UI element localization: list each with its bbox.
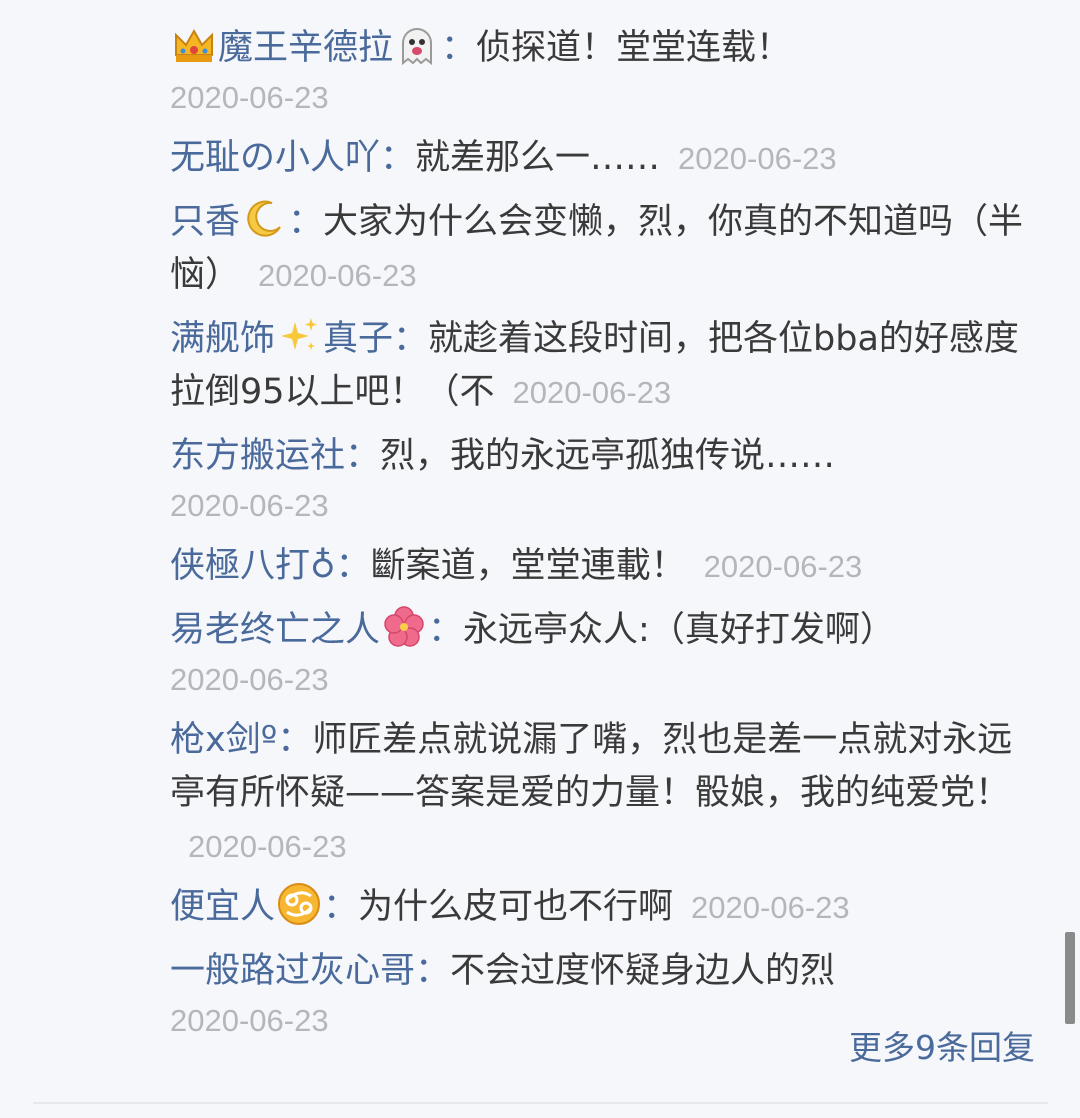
reply-date: 2020-06-23 bbox=[170, 80, 329, 115]
reply-colon: ： bbox=[428, 610, 464, 650]
crescent-moon-icon bbox=[242, 197, 286, 241]
reply-date: 2020-06-23 bbox=[512, 375, 672, 410]
reply-text: 不会过度怀疑身边人的烈 bbox=[450, 951, 836, 991]
crown-icon bbox=[172, 23, 216, 67]
reply-thread-card: 魔王辛德拉 ：侦探道！堂堂连载！ 2020-06-23 无耻の小人吖：就差那么一… bbox=[0, 0, 1080, 1118]
reply-text: 为什么皮可也不行啊 bbox=[358, 887, 674, 927]
reply-colon: ： bbox=[277, 720, 313, 760]
reply-date: 2020-06-23 bbox=[170, 662, 329, 697]
reply-colon: ： bbox=[323, 887, 359, 927]
reply-colon: ： bbox=[335, 546, 371, 586]
reply-username[interactable]: 魔王辛德拉 bbox=[218, 28, 393, 68]
reply-date: 2020-06-23 bbox=[703, 549, 863, 584]
reply-username[interactable]: 东方搬运社 bbox=[170, 436, 345, 476]
reply-list: 魔王辛德拉 ：侦探道！堂堂连载！ 2020-06-23 无耻の小人吖：就差那么一… bbox=[170, 22, 1030, 1055]
reply-text: 烈，我的永远亭孤独传说…… bbox=[380, 436, 836, 476]
reply-item: 无耻の小人吖：就差那么一…… 2020-06-23 bbox=[170, 132, 1030, 185]
reply-item: 易老终亡之人 ：永远亭众人:（真好打发啊） 2020-06-23 bbox=[170, 604, 1030, 703]
reply-username[interactable]: 只香 bbox=[170, 202, 240, 242]
reply-date: 2020-06-23 bbox=[258, 258, 417, 293]
reply-date: 2020-06-23 bbox=[170, 488, 329, 523]
reply-item: 东方搬运社：烈，我的永远亭孤独传说…… 2020-06-23 bbox=[170, 430, 1030, 529]
reply-date: 2020-06-23 bbox=[678, 141, 837, 176]
reply-username-part: 满舰饰 bbox=[170, 319, 276, 359]
reply-text: 斷案道，堂堂連載！ bbox=[370, 546, 686, 586]
sparkles-icon bbox=[277, 314, 321, 358]
reply-username[interactable]: 满舰饰 真子 bbox=[170, 318, 394, 359]
hibiscus-icon bbox=[382, 605, 426, 649]
scrollbar-thumb[interactable] bbox=[1065, 932, 1075, 1024]
reply-text: 侦探道！堂堂连载！ bbox=[476, 28, 792, 68]
reply-item: 便宜人 ：为什么皮可也不行啊 2020-06-23 bbox=[170, 881, 1030, 934]
more-replies-link[interactable]: 更多9条回复 bbox=[849, 1021, 1035, 1069]
reply-item: 只香 ：大家为什么会变懒，烈，你真的不知道吗（半恼） 2020-06-23 bbox=[170, 196, 1030, 302]
reply-colon: ： bbox=[393, 319, 429, 359]
reply-date: 2020-06-23 bbox=[188, 829, 347, 864]
reply-username[interactable]: 无耻の小人吖 bbox=[170, 138, 380, 178]
reply-colon: ： bbox=[441, 28, 477, 68]
ghost-icon bbox=[395, 23, 439, 67]
reply-colon: ： bbox=[288, 202, 324, 242]
reply-username[interactable]: 一般路过灰心哥 bbox=[170, 951, 415, 991]
reply-username[interactable]: 便宜人 bbox=[170, 887, 275, 927]
reply-colon: ： bbox=[380, 138, 416, 178]
reply-colon: ： bbox=[345, 436, 381, 476]
reply-text: 永远亭众人:（真好打发啊） bbox=[463, 610, 895, 650]
reply-item: 枪x剑º：师匠差点就说漏了嘴，烈也是差一点就对永远亭有所怀疑——答案是爱的力量！… bbox=[170, 714, 1030, 873]
reply-colon: ： bbox=[415, 951, 451, 991]
reply-item: 满舰饰 真子：就趁着这段时间，把各位bba的好感度拉倒95以上吧！（不 2020-… bbox=[170, 313, 1030, 419]
divider bbox=[33, 1102, 1048, 1104]
reply-date: 2020-06-23 bbox=[691, 890, 850, 925]
cancer-sign-icon bbox=[277, 882, 321, 926]
reply-item: 侠極八打♁：斷案道，堂堂連載！ 2020-06-23 bbox=[170, 540, 1030, 593]
reply-username[interactable]: 侠極八打♁ bbox=[170, 546, 336, 586]
reply-username-part: 真子 bbox=[323, 319, 394, 359]
reply-username[interactable]: 易老终亡之人 bbox=[170, 610, 380, 650]
reply-text: 就差那么一…… bbox=[415, 138, 661, 178]
reply-username[interactable]: 枪x剑º bbox=[170, 720, 277, 760]
reply-item: 魔王辛德拉 ：侦探道！堂堂连载！ 2020-06-23 bbox=[170, 22, 1030, 121]
